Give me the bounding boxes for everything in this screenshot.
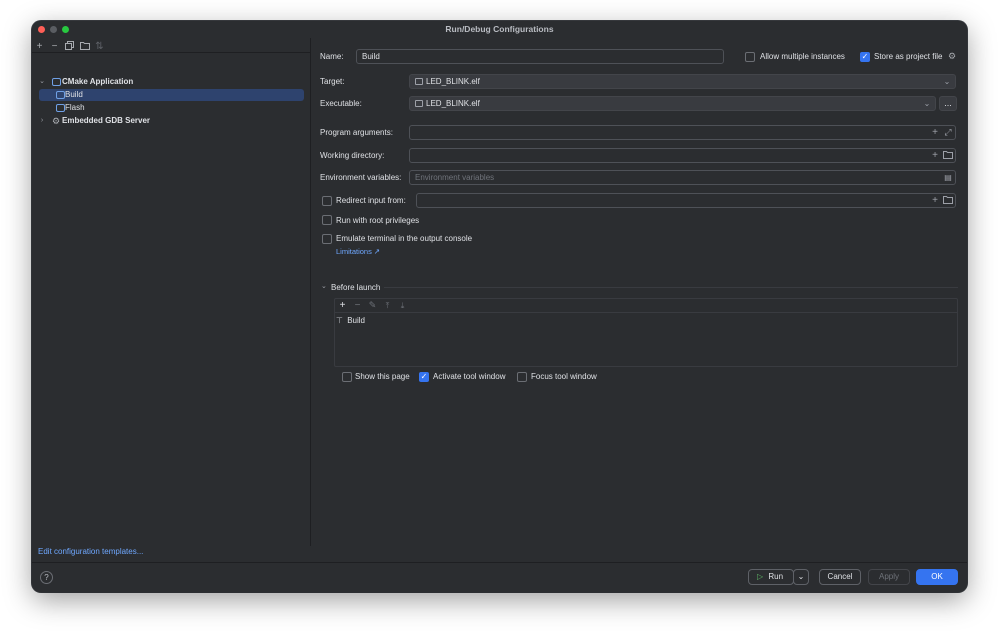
program-args-input[interactable]: + ⤢: [409, 125, 956, 140]
chevron-down-icon[interactable]: ⌄: [921, 97, 933, 110]
chevron-down-icon[interactable]: ⌄: [941, 75, 953, 88]
redirect-input-field[interactable]: +: [416, 193, 956, 208]
gdb-server-icon: ⚙: [52, 116, 61, 126]
before-launch-toolbar: + − ✎ ⤒ ⤓: [335, 299, 957, 313]
sort-icon[interactable]: ⇅: [94, 41, 105, 52]
cancel-button[interactable]: Cancel: [819, 569, 861, 585]
edit-templates-link[interactable]: Edit configuration templates...: [38, 547, 143, 556]
run-debug-dialog: Run/Debug Configurations + − ⇅ ⌄ CMake A…: [32, 21, 967, 592]
executable-icon: [415, 100, 423, 107]
tree-item-flash[interactable]: Flash: [39, 102, 304, 114]
configurations-tree-panel: + − ⇅ ⌄ CMake Application Build Flash › …: [32, 38, 311, 546]
emulate-terminal-label: Emulate terminal in the output console: [336, 234, 473, 243]
gear-icon[interactable]: ⚙: [948, 51, 956, 62]
move-up-icon[interactable]: ⤒: [382, 300, 393, 311]
build-task-label: Build: [347, 316, 365, 325]
before-launch-list: + − ✎ ⤒ ⤓ ⊤ Build: [334, 298, 958, 367]
chevron-down-icon[interactable]: ⌄: [38, 76, 46, 88]
tree-group-label: Embedded GDB Server: [62, 116, 151, 125]
cmake-config-icon: [56, 91, 65, 99]
bottom-divider: [32, 562, 967, 563]
run-button-label: Run: [768, 572, 784, 581]
root-privileges-checkbox[interactable]: [322, 215, 332, 225]
env-vars-label: Environment variables:: [320, 173, 402, 182]
add-icon[interactable]: +: [929, 194, 941, 207]
tree-item-build[interactable]: Build: [39, 89, 304, 101]
toolbar-divider: [32, 52, 310, 53]
env-vars-input[interactable]: Environment variables ▤: [409, 170, 956, 185]
env-vars-placeholder: Environment variables: [415, 173, 495, 182]
store-project-label: Store as project file: [874, 52, 943, 61]
executable-icon: [415, 78, 423, 85]
tree-group-label: CMake Application: [62, 77, 134, 86]
before-launch-title: Before launch: [331, 283, 381, 292]
working-dir-label: Working directory:: [320, 151, 385, 160]
folder-icon[interactable]: [79, 41, 90, 52]
redirect-input-label: Redirect input from:: [336, 196, 406, 205]
play-icon: ▷: [757, 572, 764, 581]
remove-icon[interactable]: −: [352, 300, 363, 311]
tree-item-label: Flash: [65, 103, 85, 112]
executable-label: Executable:: [320, 99, 362, 108]
tree-item-label: Build: [65, 90, 83, 99]
allow-multiple-label: Allow multiple instances: [760, 52, 845, 61]
add-icon[interactable]: +: [337, 300, 348, 311]
show-page-label: Show this page: [355, 372, 410, 381]
ok-button[interactable]: OK: [916, 569, 958, 585]
browse-executable-button[interactable]: ...: [939, 96, 957, 111]
edit-icon[interactable]: ✎: [367, 300, 378, 311]
name-label: Name:: [320, 52, 344, 61]
name-input[interactable]: Build: [356, 49, 724, 64]
folder-icon[interactable]: [942, 194, 954, 207]
section-divider: [384, 287, 958, 288]
focus-tool-window-checkbox[interactable]: [517, 372, 527, 382]
apply-button[interactable]: Apply: [868, 569, 910, 585]
store-project-checkbox[interactable]: ✓: [860, 52, 870, 62]
allow-multiple-checkbox[interactable]: [745, 52, 755, 62]
focus-tool-window-label: Focus tool window: [531, 372, 597, 381]
document-icon[interactable]: ▤: [942, 171, 954, 184]
tree-group-cmake[interactable]: ⌄ CMake Application: [38, 76, 304, 88]
working-dir-input[interactable]: +: [409, 148, 956, 163]
emulate-terminal-checkbox[interactable]: [322, 234, 332, 244]
target-label: Target:: [320, 77, 345, 86]
tree-group-gdb[interactable]: › ⚙ Embedded GDB Server: [38, 115, 304, 127]
move-down-icon[interactable]: ⤓: [397, 300, 408, 311]
help-button[interactable]: ?: [40, 571, 53, 584]
target-select[interactable]: LED_BLINK.elf ⌄: [409, 74, 956, 89]
expand-icon[interactable]: ⤢: [942, 126, 954, 139]
copy-icon[interactable]: [64, 41, 75, 52]
show-page-checkbox[interactable]: [342, 372, 352, 382]
build-task-row[interactable]: ⊤ Build: [336, 316, 365, 325]
folder-icon[interactable]: [942, 149, 954, 162]
add-icon[interactable]: +: [929, 149, 941, 162]
title-bar: Run/Debug Configurations: [32, 21, 967, 38]
cmake-app-icon: [52, 78, 61, 86]
activate-tool-window-checkbox[interactable]: ✓: [419, 372, 429, 382]
executable-select[interactable]: LED_BLINK.elf ⌄: [409, 96, 936, 111]
chevron-down-icon[interactable]: ⌄: [321, 282, 327, 290]
remove-icon[interactable]: −: [49, 41, 60, 52]
cmake-config-icon: [56, 104, 65, 112]
window-title: Run/Debug Configurations: [445, 24, 554, 34]
activate-tool-window-label: Activate tool window: [433, 372, 506, 381]
root-privileges-label: Run with root privileges: [336, 216, 420, 225]
hammer-icon: ⊤: [336, 316, 343, 325]
chevron-right-icon[interactable]: ›: [38, 115, 46, 127]
target-value: LED_BLINK.elf: [426, 77, 480, 86]
run-dropdown-button[interactable]: ⌄: [793, 569, 809, 585]
executable-value: LED_BLINK.elf: [426, 99, 480, 108]
redirect-input-checkbox[interactable]: [322, 196, 332, 206]
add-icon[interactable]: +: [929, 126, 941, 139]
add-icon[interactable]: +: [34, 41, 45, 52]
run-button[interactable]: ▷ Run: [748, 569, 794, 585]
program-args-label: Program arguments:: [320, 128, 393, 137]
limitations-link[interactable]: Limitations ↗: [336, 247, 380, 256]
